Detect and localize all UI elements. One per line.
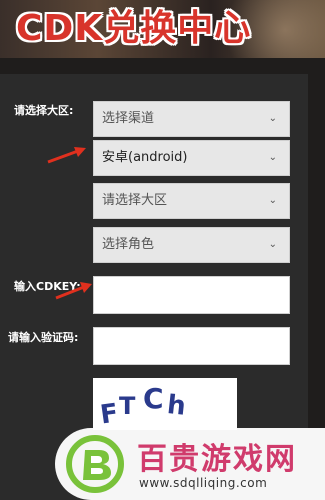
platform-select[interactable]: 安卓(android) ⌄ — [93, 140, 290, 176]
svg-text:C: C — [143, 382, 164, 415]
chevron-down-icon: ⌄ — [268, 152, 277, 163]
captcha-image[interactable]: F T C h — [93, 378, 237, 431]
svg-text:T: T — [119, 392, 136, 420]
captcha-label: 请输入验证码: — [8, 331, 79, 344]
chevron-down-icon: ⌄ — [268, 195, 277, 206]
channel-select[interactable]: 选择渠道 ⌄ — [93, 101, 290, 137]
role-select-value: 选择角色 — [102, 237, 155, 252]
watermark-logo: 百贵游戏网 www.sdqlliqing.com — [55, 428, 325, 500]
region-select[interactable]: 请选择大区 ⌄ — [93, 183, 290, 219]
watermark-url: www.sdqlliqing.com — [139, 476, 268, 490]
region-label: 请选择大区: — [14, 104, 74, 117]
cdkey-input[interactable] — [93, 276, 290, 314]
chevron-down-icon: ⌄ — [268, 239, 277, 250]
arrow-pointer-icon — [47, 147, 86, 164]
role-select[interactable]: 选择角色 ⌄ — [93, 227, 290, 263]
watermark-b-logo-icon — [66, 435, 124, 493]
channel-select-value: 选择渠道 — [102, 111, 155, 126]
page-title: CDK兑换中心 — [16, 8, 252, 49]
captcha-input[interactable] — [93, 327, 290, 365]
chevron-down-icon: ⌄ — [268, 113, 277, 124]
platform-select-value: 安卓(android) — [102, 150, 188, 165]
region-select-value: 请选择大区 — [102, 193, 168, 208]
header-banner: CDK兑换中心 — [0, 0, 325, 58]
watermark-name: 百贵游戏网 — [137, 442, 297, 477]
arrow-pointer-icon — [55, 282, 92, 300]
svg-text:h: h — [166, 390, 188, 422]
svg-text:F: F — [98, 398, 120, 430]
